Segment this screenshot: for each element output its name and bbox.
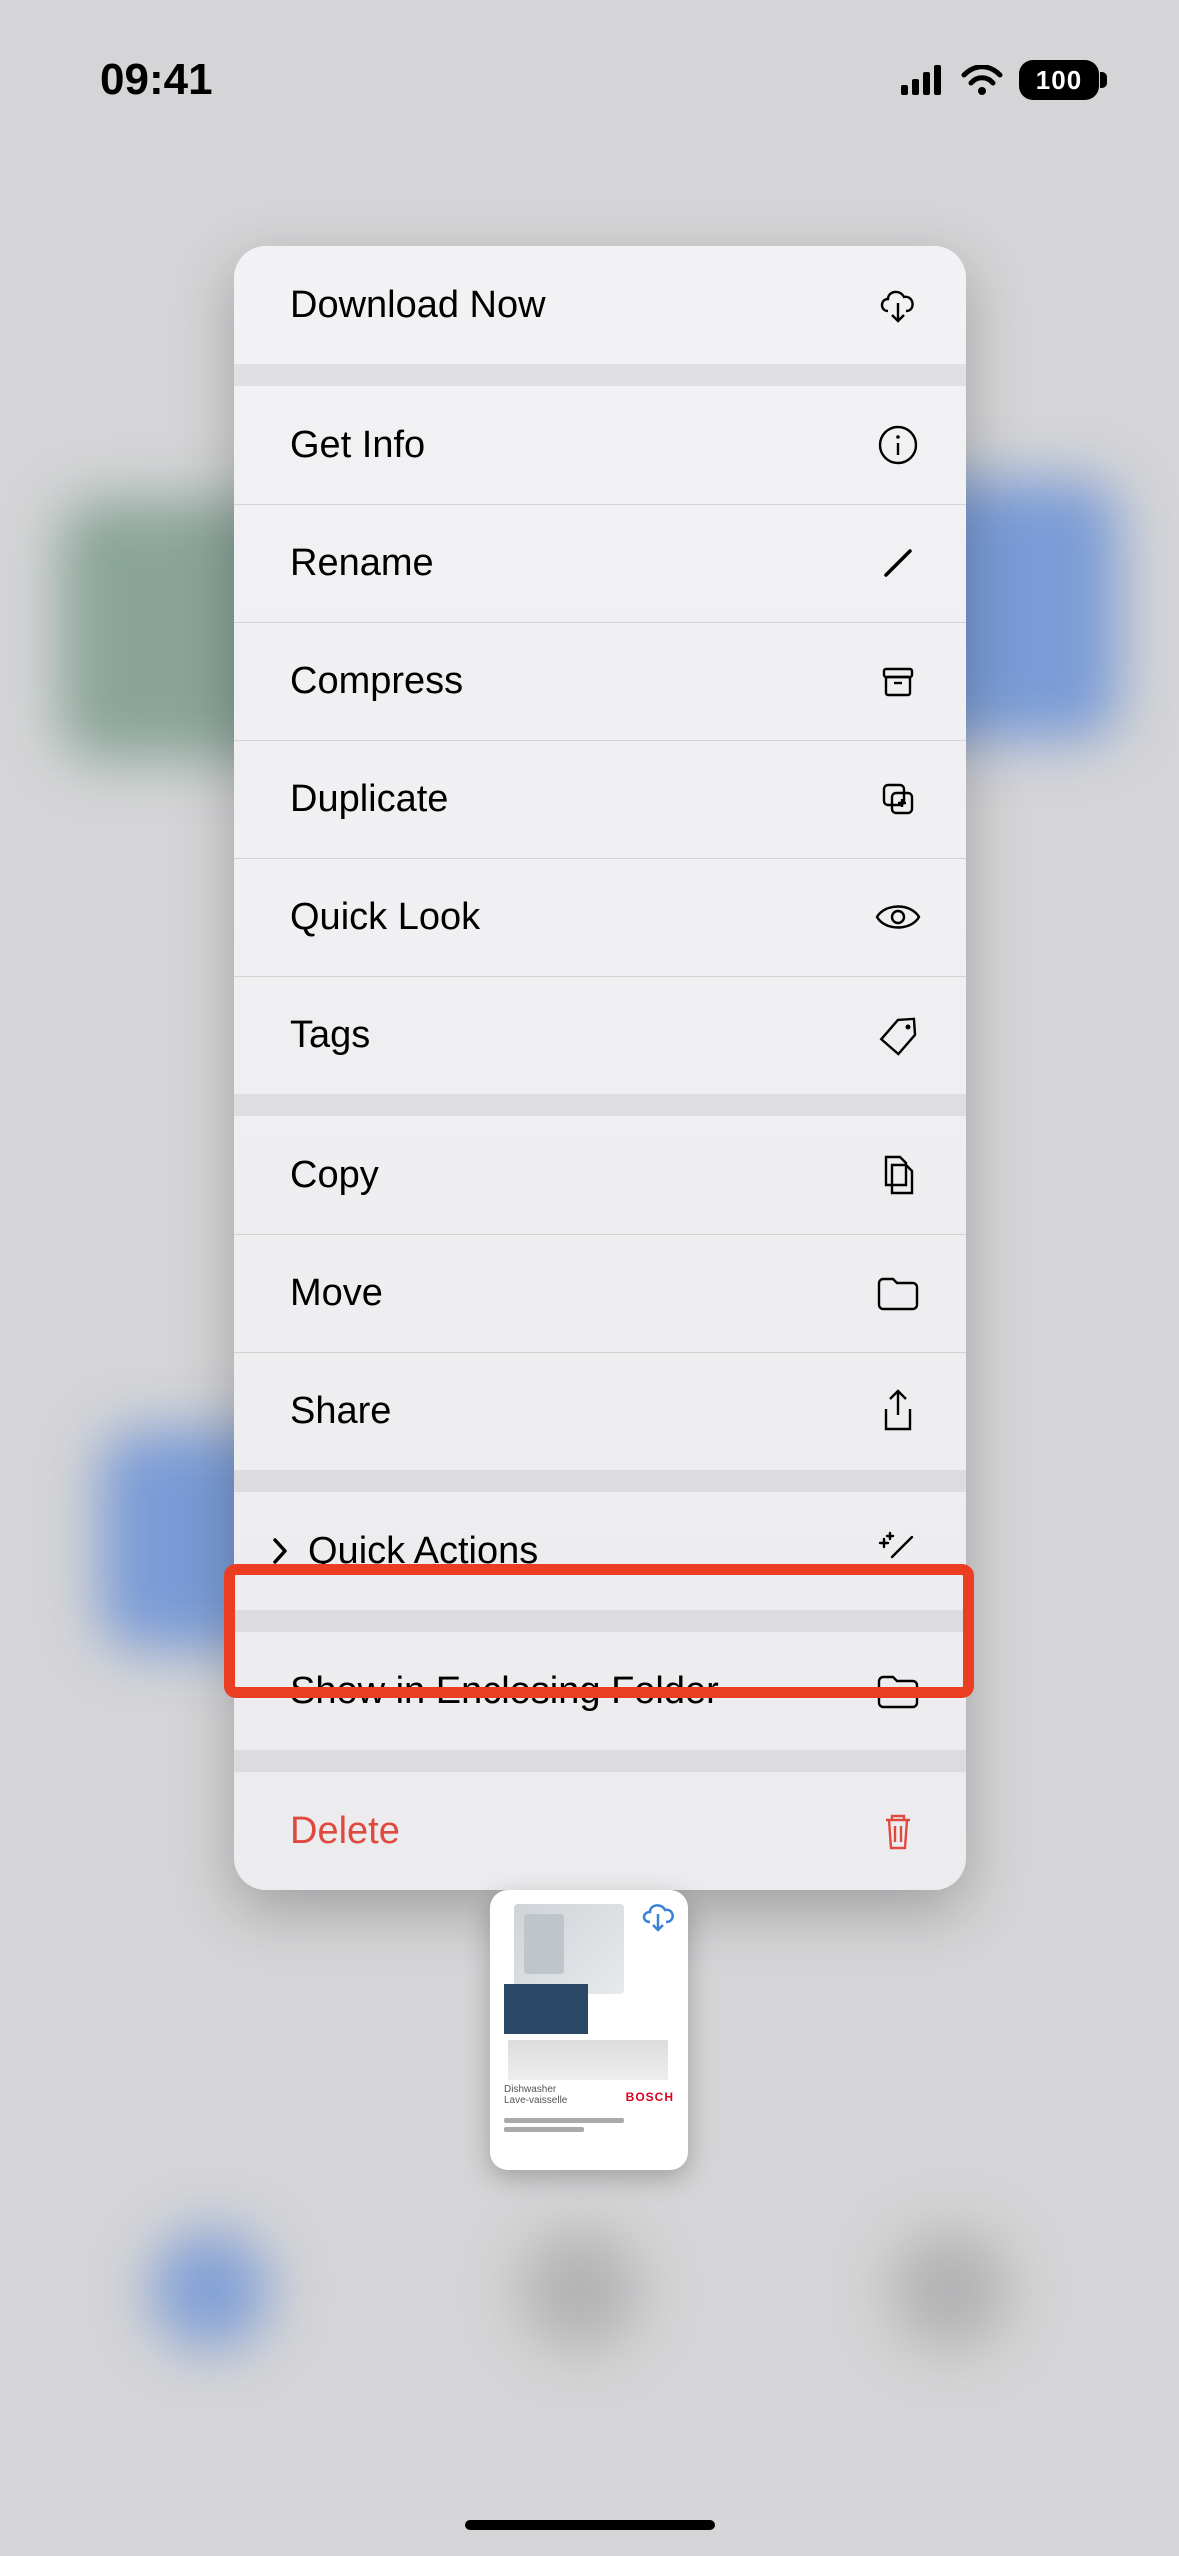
trash-icon [872,1805,924,1857]
menu-quick-look[interactable]: Quick Look [234,858,966,976]
menu-item-label: Show in Enclosing Folder [290,1670,872,1713]
menu-compress[interactable]: Compress [234,622,966,740]
menu-quick-actions[interactable]: Quick Actions [234,1492,966,1610]
thumbnail-brand: BOSCH [626,2090,674,2104]
menu-copy[interactable]: Copy [234,1116,966,1234]
menu-item-label: Rename [290,542,872,585]
menu-item-label: Duplicate [290,778,872,821]
duplicate-icon [872,773,924,825]
menu-item-label: Get Info [290,424,872,467]
menu-move[interactable]: Move [234,1234,966,1352]
copy-docs-icon [872,1149,924,1201]
menu-show-enclosing-folder[interactable]: Show in Enclosing Folder [234,1632,966,1750]
cloud-download-icon [638,1900,678,1941]
pencil-icon [872,537,924,589]
thumbnail-image [514,1904,624,1994]
menu-share[interactable]: Share [234,1352,966,1470]
menu-rename[interactable]: Rename [234,504,966,622]
menu-tags[interactable]: Tags [234,976,966,1094]
menu-item-label: Quick Look [290,896,872,939]
eye-icon [872,891,924,943]
file-thumbnail[interactable]: DishwasherLave-vaisselle BOSCH [490,1890,688,2170]
cellular-icon [901,65,945,95]
cloud-download-icon [872,279,924,331]
menu-download-now[interactable]: Download Now [234,246,966,364]
info-icon [872,419,924,471]
share-icon [872,1385,924,1437]
tag-icon [872,1009,924,1061]
folder-icon [872,1665,924,1717]
context-menu: Download Now Get Info Rename Compress Du… [234,246,966,1890]
menu-item-label: Share [290,1390,872,1433]
menu-delete[interactable]: Delete [234,1772,966,1890]
menu-duplicate[interactable]: Duplicate [234,740,966,858]
status-bar: 09:41 100 [0,40,1179,120]
chevron-right-icon [262,1536,298,1566]
menu-item-label: Delete [290,1810,872,1853]
menu-item-label: Tags [290,1014,872,1057]
menu-item-label: Move [290,1272,872,1315]
menu-item-label: Copy [290,1154,872,1197]
menu-get-info[interactable]: Get Info [234,386,966,504]
menu-item-label: Download Now [290,284,872,327]
status-indicators: 100 [901,60,1099,100]
wifi-icon [961,65,1003,95]
sparkle-wand-icon [872,1525,924,1577]
thumbnail-title: DishwasherLave-vaisselle [504,2084,567,2106]
menu-item-label: Quick Actions [308,1530,872,1573]
menu-item-label: Compress [290,660,872,703]
battery-indicator: 100 [1019,60,1099,100]
home-indicator[interactable] [465,2520,715,2530]
folder-icon [872,1267,924,1319]
status-time: 09:41 [100,55,213,105]
archivebox-icon [872,655,924,707]
